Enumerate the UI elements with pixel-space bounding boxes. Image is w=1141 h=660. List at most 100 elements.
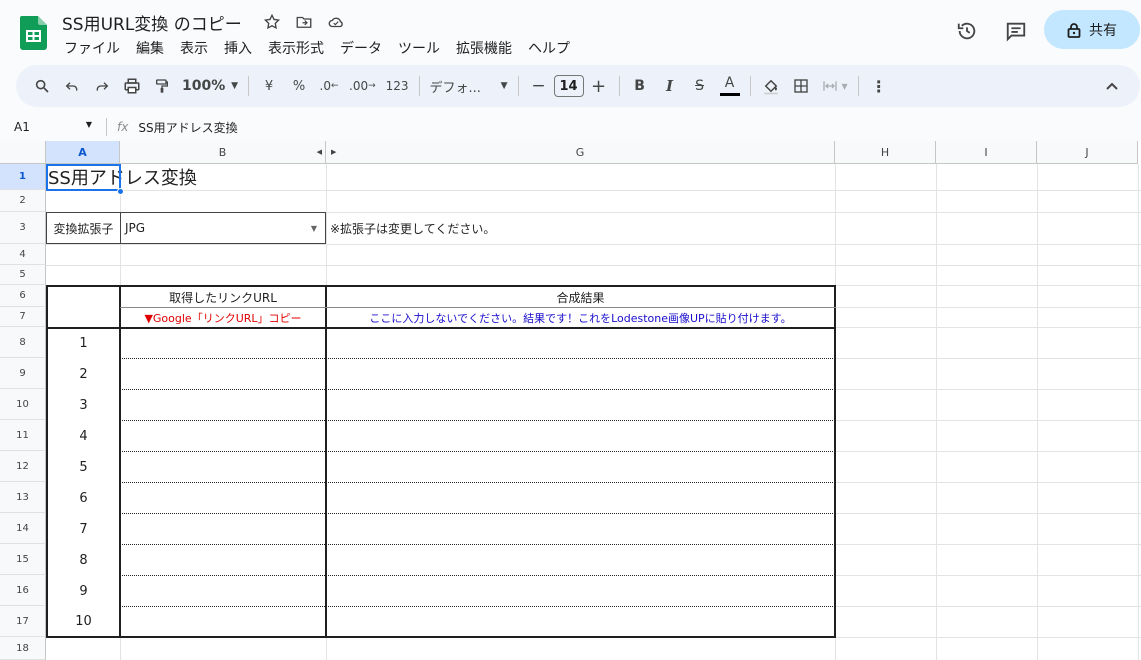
italic-button[interactable]: I <box>656 72 684 100</box>
borders-icon[interactable] <box>787 72 815 100</box>
row-divider <box>120 451 835 452</box>
formula-bar: A1 ▼ fx SS用アドレス変換 <box>0 113 1141 141</box>
column-header-a[interactable]: A <box>46 141 120 164</box>
row-header-8[interactable]: 8 <box>0 327 46 358</box>
entry-number-3[interactable]: 3 <box>48 390 119 420</box>
increase-font-size-button[interactable]: + <box>585 72 613 100</box>
redo-icon[interactable] <box>88 72 116 100</box>
row-header-15[interactable]: 15 <box>0 544 46 575</box>
grid-line <box>46 265 1141 266</box>
cell-reference: A1 <box>14 120 30 134</box>
entry-number-4[interactable]: 4 <box>48 421 119 451</box>
menu-format[interactable]: 表示形式 <box>260 36 332 60</box>
move-folder-icon[interactable] <box>294 12 314 32</box>
fill-handle[interactable] <box>117 188 124 195</box>
document-title[interactable]: SS用URL変換 のコピー <box>62 10 242 35</box>
toolbar-divider <box>517 76 519 96</box>
formula-divider <box>106 118 107 136</box>
row-header-1[interactable]: 1 <box>0 164 46 190</box>
menu-tools[interactable]: ツール <box>390 36 448 60</box>
row-header-5[interactable]: 5 <box>0 265 46 285</box>
entry-number-9[interactable]: 9 <box>48 576 119 606</box>
entry-number-10[interactable]: 10 <box>48 607 119 636</box>
version-history-icon[interactable] <box>956 20 978 42</box>
row-header-12[interactable]: 12 <box>0 451 46 482</box>
grid-line <box>46 190 1141 191</box>
extension-dropdown[interactable]: JPG ▼ <box>121 213 325 243</box>
table-divider-left <box>119 285 121 638</box>
decrease-font-size-button[interactable]: − <box>525 72 553 100</box>
hidden-columns-right-icon[interactable]: ▶ <box>331 148 336 156</box>
select-all-corner[interactable] <box>0 141 46 164</box>
entry-number-7[interactable]: 7 <box>48 514 119 544</box>
font-size-input[interactable]: 14 <box>553 75 584 97</box>
row-header-13[interactable]: 13 <box>0 482 46 513</box>
increase-decimal-label: .00 <box>349 79 369 93</box>
paint-format-icon[interactable] <box>148 72 176 100</box>
row-header-4[interactable]: 4 <box>0 244 46 265</box>
sub-link-note: ▼Google「リンクURL」コピー <box>144 311 302 325</box>
column-header-i[interactable]: I <box>936 141 1037 164</box>
formula-input[interactable]: SS用アドレス変換 <box>138 119 237 136</box>
name-box[interactable]: A1 ▼ <box>0 120 98 134</box>
row-divider <box>120 482 835 483</box>
merge-cells-icon[interactable]: ▼ <box>817 72 852 100</box>
bold-button[interactable]: B <box>626 72 654 100</box>
menu-view[interactable]: 表示 <box>172 36 216 60</box>
row-header-6[interactable]: 6 <box>0 285 46 307</box>
row-header-18[interactable]: 18 <box>0 637 46 660</box>
strikethrough-button[interactable]: S <box>686 72 714 100</box>
print-icon[interactable] <box>118 72 146 100</box>
row-header-3[interactable]: 3 <box>0 212 46 244</box>
row-header-2[interactable]: 2 <box>0 190 46 212</box>
spreadsheet-grid[interactable]: A B ◀ ▶ G H I J 1 2 3 4 5 6 7 8 9 10 11 12… <box>0 141 1141 660</box>
currency-format-button[interactable]: ¥ <box>255 72 283 100</box>
collapse-toolbar-icon[interactable] <box>1098 72 1126 100</box>
entry-number-5[interactable]: 5 <box>48 452 119 482</box>
menu-bar: ファイル 編集 表示 挿入 表示形式 データ ツール 拡張機能 ヘルプ <box>56 36 578 60</box>
row-divider <box>120 544 835 545</box>
entry-number-8[interactable]: 8 <box>48 545 119 575</box>
menu-edit[interactable]: 編集 <box>128 36 172 60</box>
more-formats-button[interactable]: 123 <box>382 72 413 100</box>
font-select[interactable]: デフォ... ▼ <box>426 72 512 100</box>
entry-number-6[interactable]: 6 <box>48 483 119 513</box>
lock-icon <box>1067 22 1081 38</box>
row-header-7[interactable]: 7 <box>0 307 46 327</box>
row-header-17[interactable]: 17 <box>0 606 46 637</box>
row-header-9[interactable]: 9 <box>0 358 46 389</box>
row-header-11[interactable]: 11 <box>0 420 46 451</box>
column-header-g[interactable]: ▶ G <box>326 141 835 164</box>
entry-number-1[interactable]: 1 <box>48 329 119 358</box>
column-header-b[interactable]: B ◀ <box>120 141 326 164</box>
row-header-14[interactable]: 14 <box>0 513 46 544</box>
text-color-button[interactable]: A <box>716 72 744 100</box>
menu-help[interactable]: ヘルプ <box>520 36 578 60</box>
search-menus-icon[interactable] <box>28 72 56 100</box>
column-header-j[interactable]: J <box>1037 141 1138 164</box>
star-icon[interactable] <box>262 12 282 32</box>
comments-icon[interactable] <box>1005 20 1027 42</box>
toolbar-divider <box>418 76 420 96</box>
chevron-down-icon: ▼ <box>310 223 317 233</box>
menu-file[interactable]: ファイル <box>56 36 128 60</box>
decrease-decimal-button[interactable]: .0 ← <box>315 72 343 100</box>
column-header-h[interactable]: H <box>835 141 936 164</box>
menu-extensions[interactable]: 拡張機能 <box>448 36 520 60</box>
undo-icon[interactable] <box>58 72 86 100</box>
share-button[interactable]: 共有 <box>1044 10 1140 49</box>
sheets-logo-icon[interactable] <box>20 16 47 50</box>
menu-insert[interactable]: 挿入 <box>216 36 260 60</box>
menu-data[interactable]: データ <box>332 36 390 60</box>
row-header-16[interactable]: 16 <box>0 575 46 606</box>
hidden-columns-left-icon[interactable]: ◀ <box>317 148 322 156</box>
row-header-10[interactable]: 10 <box>0 389 46 420</box>
zoom-select[interactable]: 100% ▼ <box>178 72 242 100</box>
cloud-status-icon[interactable] <box>326 12 346 32</box>
entry-number-2[interactable]: 2 <box>48 359 119 389</box>
fill-color-icon[interactable] <box>757 72 785 100</box>
grid-line <box>1037 164 1038 660</box>
increase-decimal-button[interactable]: .00 → <box>345 72 380 100</box>
percent-format-button[interactable]: % <box>285 72 313 100</box>
more-options-icon[interactable]: ⋮ <box>865 72 893 100</box>
